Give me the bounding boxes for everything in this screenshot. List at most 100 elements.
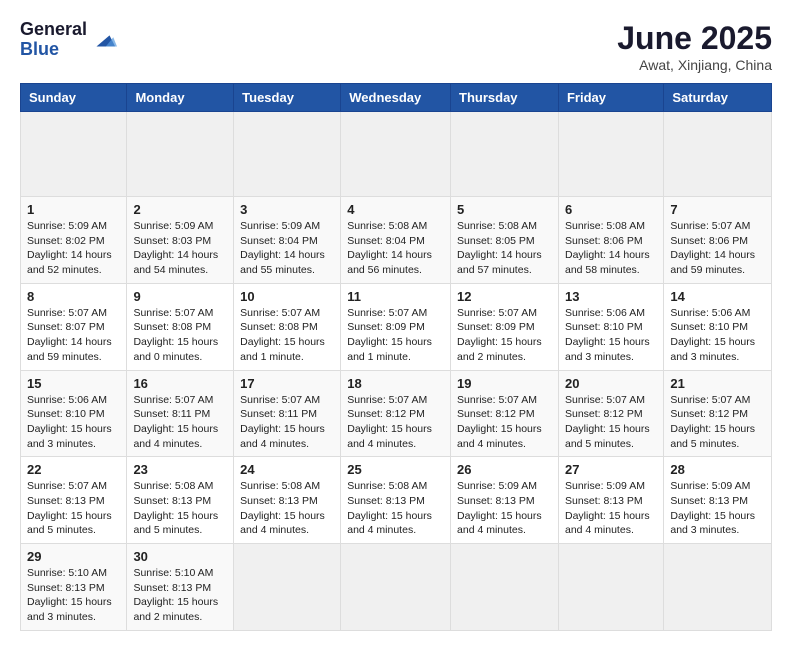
table-row [558,544,663,631]
day-info: Sunrise: 5:07 AMSunset: 8:11 PMDaylight:… [133,393,227,452]
day-number: 8 [27,289,120,304]
day-number: 3 [240,202,334,217]
logo-text: General Blue [20,20,87,60]
day-info: Sunrise: 5:08 AMSunset: 8:13 PMDaylight:… [133,479,227,538]
calendar-week-row: 15Sunrise: 5:06 AMSunset: 8:10 PMDayligh… [21,370,772,457]
day-number: 15 [27,376,120,391]
calendar-week-row: 22Sunrise: 5:07 AMSunset: 8:13 PMDayligh… [21,457,772,544]
col-tuesday: Tuesday [234,84,341,112]
table-row [234,544,341,631]
day-number: 16 [133,376,227,391]
col-friday: Friday [558,84,663,112]
day-number: 9 [133,289,227,304]
location: Awat, Xinjiang, China [617,57,772,73]
calendar-week-row [21,112,772,197]
table-row [451,544,559,631]
table-row: 19 Sunrise: 5:07 AMSunset: 8:12 PMDayligh… [451,370,559,457]
table-row: 2Sunrise: 5:09 AMSunset: 8:03 PMDaylight… [127,197,234,284]
table-row: 8 Sunrise: 5:07 AMSunset: 8:07 PMDaylight… [21,283,127,370]
table-row [341,544,451,631]
table-row: 27Sunrise: 5:09 AMSunset: 8:13 PMDayligh… [558,457,663,544]
day-info: Sunrise: 5:08 AMSunset: 8:04 PMDaylight:… [347,219,444,278]
day-number: 4 [347,202,444,217]
day-info: Sunrise: 5:10 AMSunset: 8:13 PMDaylight:… [133,566,227,625]
day-info: Sunrise: 5:07 AMSunset: 8:11 PMDaylight:… [240,393,334,452]
day-number: 25 [347,462,444,477]
day-number: 20 [565,376,657,391]
table-row: 18 Sunrise: 5:07 AMSunset: 8:12 PMDayligh… [341,370,451,457]
day-number: 14 [670,289,765,304]
day-number: 28 [670,462,765,477]
month-title: June 2025 [617,20,772,57]
day-number: 19 [457,376,552,391]
day-number: 30 [133,549,227,564]
day-info: Sunrise: 5:07 AMSunset: 8:08 PMDaylight:… [240,306,334,365]
col-sunday: Sunday [21,84,127,112]
calendar-header-row: Sunday Monday Tuesday Wednesday Thursday… [21,84,772,112]
day-info: Sunrise: 5:06 AMSunset: 8:10 PMDaylight:… [670,306,765,365]
table-row [234,112,341,197]
day-number: 11 [347,289,444,304]
logo-blue: Blue [20,40,87,60]
day-info: Sunrise: 5:09 AMSunset: 8:13 PMDaylight:… [457,479,552,538]
calendar-week-row: 29 Sunrise: 5:10 AMSunset: 8:13 PMDayligh… [21,544,772,631]
day-info: Sunrise: 5:09 AMSunset: 8:13 PMDaylight:… [565,479,657,538]
col-wednesday: Wednesday [341,84,451,112]
day-info: Sunrise: 5:07 AMSunset: 8:13 PMDaylight:… [27,479,120,538]
day-info: Sunrise: 5:06 AMSunset: 8:10 PMDaylight:… [565,306,657,365]
table-row [558,112,663,197]
day-number: 23 [133,462,227,477]
table-row: 29 Sunrise: 5:10 AMSunset: 8:13 PMDayligh… [21,544,127,631]
table-row: 1Sunrise: 5:09 AMSunset: 8:02 PMDaylight… [21,197,127,284]
table-row: 28 Sunrise: 5:09 AMSunset: 8:13 PMDayligh… [664,457,772,544]
page-header: General Blue June 2025 Awat, Xinjiang, C… [20,20,772,73]
table-row [451,112,559,197]
day-info: Sunrise: 5:08 AMSunset: 8:13 PMDaylight:… [347,479,444,538]
table-row [664,112,772,197]
calendar-week-row: 8 Sunrise: 5:07 AMSunset: 8:07 PMDaylight… [21,283,772,370]
day-info: Sunrise: 5:10 AMSunset: 8:13 PMDaylight:… [27,566,120,625]
day-number: 6 [565,202,657,217]
day-info: Sunrise: 5:07 AMSunset: 8:08 PMDaylight:… [133,306,227,365]
table-row: 30 Sunrise: 5:10 AMSunset: 8:13 PMDayligh… [127,544,234,631]
table-row: 5Sunrise: 5:08 AMSunset: 8:05 PMDaylight… [451,197,559,284]
title-block: June 2025 Awat, Xinjiang, China [617,20,772,73]
table-row: 15Sunrise: 5:06 AMSunset: 8:10 PMDayligh… [21,370,127,457]
day-info: Sunrise: 5:07 AMSunset: 8:12 PMDaylight:… [457,393,552,452]
table-row: 23 Sunrise: 5:08 AMSunset: 8:13 PMDayligh… [127,457,234,544]
day-info: Sunrise: 5:07 AMSunset: 8:06 PMDaylight:… [670,219,765,278]
day-info: Sunrise: 5:07 AMSunset: 8:07 PMDaylight:… [27,306,120,365]
calendar-table: Sunday Monday Tuesday Wednesday Thursday… [20,83,772,631]
table-row: 17Sunrise: 5:07 AMSunset: 8:11 PMDayligh… [234,370,341,457]
table-row: 10 Sunrise: 5:07 AMSunset: 8:08 PMDayligh… [234,283,341,370]
table-row: 21Sunrise: 5:07 AMSunset: 8:12 PMDayligh… [664,370,772,457]
day-number: 1 [27,202,120,217]
day-number: 24 [240,462,334,477]
table-row [664,544,772,631]
table-row: 13 Sunrise: 5:06 AMSunset: 8:10 PMDayligh… [558,283,663,370]
table-row [21,112,127,197]
calendar-week-row: 1Sunrise: 5:09 AMSunset: 8:02 PMDaylight… [21,197,772,284]
day-info: Sunrise: 5:09 AMSunset: 8:13 PMDaylight:… [670,479,765,538]
table-row: 14 Sunrise: 5:06 AMSunset: 8:10 PMDayligh… [664,283,772,370]
day-info: Sunrise: 5:07 AMSunset: 8:12 PMDaylight:… [347,393,444,452]
day-number: 2 [133,202,227,217]
table-row: 11 Sunrise: 5:07 AMSunset: 8:09 PMDayligh… [341,283,451,370]
day-number: 29 [27,549,120,564]
day-info: Sunrise: 5:08 AMSunset: 8:06 PMDaylight:… [565,219,657,278]
day-number: 10 [240,289,334,304]
day-number: 13 [565,289,657,304]
logo: General Blue [20,20,117,60]
day-number: 18 [347,376,444,391]
day-number: 12 [457,289,552,304]
table-row: 9 Sunrise: 5:07 AMSunset: 8:08 PMDaylight… [127,283,234,370]
table-row: 12 Sunrise: 5:07 AMSunset: 8:09 PMDayligh… [451,283,559,370]
day-info: Sunrise: 5:09 AMSunset: 8:04 PMDaylight:… [240,219,334,278]
logo-general: General [20,20,87,40]
table-row: 26Sunrise: 5:09 AMSunset: 8:13 PMDayligh… [451,457,559,544]
day-info: Sunrise: 5:07 AMSunset: 8:09 PMDaylight:… [347,306,444,365]
day-info: Sunrise: 5:07 AMSunset: 8:12 PMDaylight:… [670,393,765,452]
table-row: 3 Sunrise: 5:09 AMSunset: 8:04 PMDaylight… [234,197,341,284]
day-info: Sunrise: 5:07 AMSunset: 8:09 PMDaylight:… [457,306,552,365]
table-row [127,112,234,197]
